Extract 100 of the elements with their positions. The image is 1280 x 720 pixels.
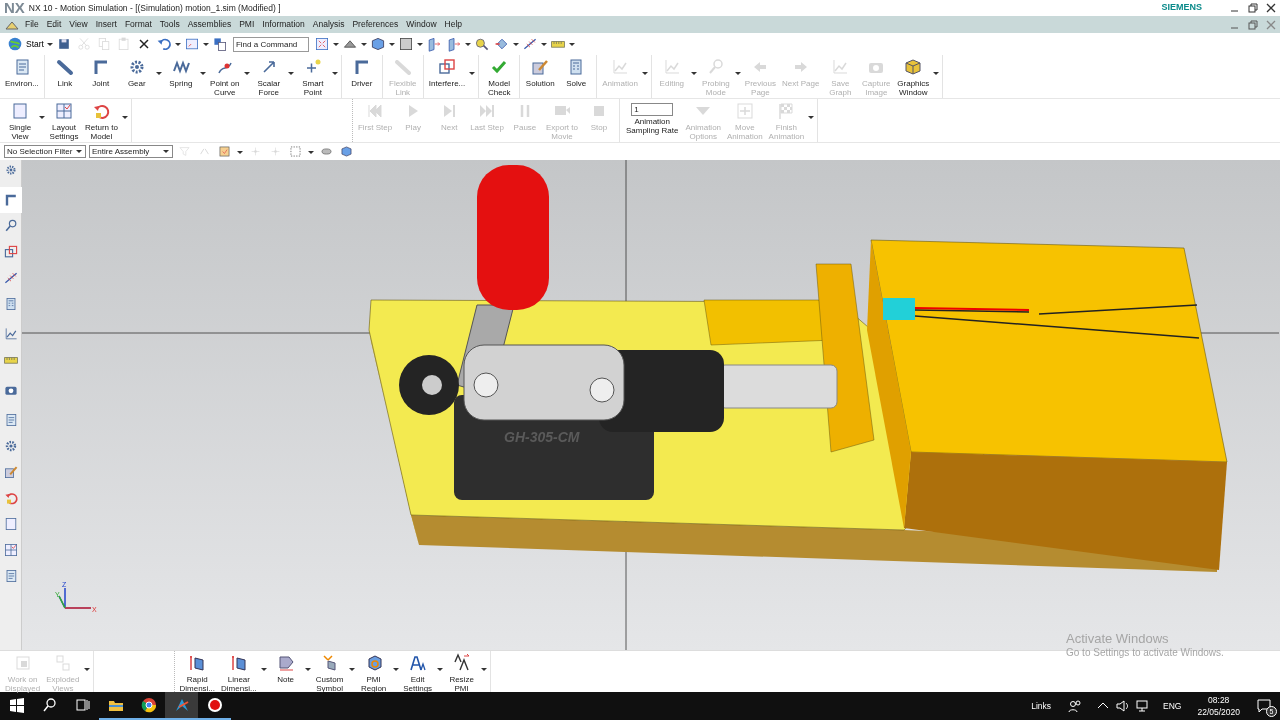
- ribbon-button[interactable]: Smart Point: [294, 55, 331, 97]
- caret-icon[interactable]: [387, 42, 396, 48]
- windows-logo-icon[interactable]: [8, 697, 25, 713]
- ribbon-button[interactable]: Return to Model: [82, 99, 121, 141]
- gear-icon[interactable]: [3, 163, 18, 177]
- ribbon-button[interactable]: Environ...: [2, 55, 42, 88]
- menu-item[interactable]: Assemblies: [183, 16, 236, 33]
- browser-icon[interactable]: [140, 697, 157, 713]
- cube-icon: [369, 36, 386, 52]
- search-field[interactable]: Find a Command: [232, 36, 309, 52]
- close-icon[interactable]: [1265, 2, 1277, 14]
- ribbon-button[interactable]: Rapid Dimensi...: [176, 651, 219, 693]
- eye-glass-icon: [473, 36, 490, 52]
- ribbon-button[interactable]: Interfere...: [425, 55, 469, 88]
- menu-item[interactable]: Insert: [91, 16, 121, 33]
- caret-icon[interactable]: [154, 71, 163, 77]
- dropdown-field[interactable]: Entire Assembly: [89, 145, 173, 158]
- caret-icon[interactable]: [303, 667, 312, 673]
- caret-icon[interactable]: [259, 667, 268, 673]
- caret-icon[interactable]: [201, 42, 210, 48]
- record-icon[interactable]: [206, 697, 223, 713]
- ribbon-button[interactable]: Solve: [558, 55, 595, 88]
- menu-item[interactable]: Tools: [155, 16, 184, 33]
- taskbar-toolbar-label[interactable]: Links: [1031, 699, 1052, 713]
- caret-icon[interactable]: [511, 42, 520, 48]
- funnel-icon: [178, 145, 191, 158]
- caret-icon[interactable]: [38, 115, 46, 121]
- caret-icon[interactable]: [173, 42, 182, 48]
- text-style-icon: [407, 653, 428, 673]
- caret-icon[interactable]: [415, 42, 424, 48]
- ribbon-button[interactable]: Joint: [82, 55, 119, 88]
- task-view-icon[interactable]: [74, 697, 91, 713]
- caret-icon[interactable]: [236, 149, 244, 156]
- menu-item[interactable]: Format: [120, 16, 156, 33]
- ribbon-button[interactable]: Graphics Window: [894, 55, 933, 97]
- app-logo: NX: [3, 0, 26, 16]
- caret-icon[interactable]: [479, 667, 488, 673]
- search-icon[interactable]: [41, 697, 58, 713]
- caret-icon[interactable]: [359, 42, 368, 48]
- start-button[interactable]: Start: [4, 34, 46, 54]
- caret-icon[interactable]: [468, 71, 477, 77]
- ribbon-button[interactable]: Gear: [118, 55, 155, 88]
- caret-icon[interactable]: [932, 71, 941, 77]
- caret-icon[interactable]: [463, 42, 472, 48]
- caret-icon[interactable]: [45, 42, 54, 48]
- ribbon-button[interactable]: Layout Settings: [46, 99, 82, 141]
- activation-text: Go to Settings to activate Windows.: [1066, 646, 1224, 659]
- ribbon-button[interactable]: Driver: [343, 55, 380, 88]
- ribbon-button[interactable]: Link: [46, 55, 83, 88]
- caret-icon[interactable]: [120, 115, 129, 121]
- caret-icon[interactable]: [347, 667, 356, 673]
- snap-point-icon: [249, 145, 262, 158]
- diagonal-bar-icon: [392, 57, 413, 77]
- app-swoosh-icon[interactable]: [173, 697, 190, 713]
- caret-icon[interactable]: [286, 71, 295, 77]
- menu-item[interactable]: Edit: [42, 16, 66, 33]
- fit-view-icon: [313, 36, 330, 52]
- window-title: NX 10 - Motion Simulation - [(Simulation) motion_1.sim (Modified) ]: [28, 2, 282, 15]
- ribbon-button[interactable]: Scalar Force: [250, 55, 287, 97]
- caret-icon[interactable]: [539, 42, 548, 48]
- menu-item[interactable]: Preferences: [348, 16, 403, 33]
- dropdown-field[interactable]: No Selection Filter: [4, 145, 86, 158]
- caret-icon[interactable]: [307, 149, 315, 156]
- caret-icon[interactable]: [330, 71, 339, 77]
- menu-item[interactable]: File: [21, 16, 43, 33]
- sampling-rate-dropdown[interactable]: 1: [631, 103, 674, 116]
- ribbon-button[interactable]: Model Check: [481, 55, 518, 97]
- caret-icon[interactable]: [198, 71, 207, 77]
- menu-item[interactable]: Help: [440, 16, 466, 33]
- cube-icon: [340, 145, 353, 158]
- ribbon-button[interactable]: Edit Settings: [399, 651, 436, 693]
- snap-point-icon: [269, 145, 282, 158]
- clock[interactable]: 08:28 22/05/2020: [1197, 694, 1240, 718]
- language-indicator[interactable]: ENG: [1163, 699, 1182, 713]
- caret-icon[interactable]: [391, 667, 400, 673]
- ribbon-button[interactable]: Resize PMI: [443, 651, 480, 693]
- ribbon-button[interactable]: Linear Dimensi...: [218, 651, 260, 693]
- diagonal-bar-icon: [54, 57, 75, 77]
- ribbon-button[interactable]: Point on Curve: [206, 55, 243, 97]
- ribbon-button[interactable]: Note: [267, 651, 304, 684]
- caret-icon[interactable]: [567, 42, 576, 48]
- ribbon-button[interactable]: Spring: [162, 55, 199, 88]
- menu-item[interactable]: PMI: [235, 16, 259, 33]
- ribbon-button[interactable]: Single View: [2, 99, 38, 141]
- restore-icon[interactable]: [1247, 18, 1259, 31]
- ribbon-button[interactable]: Solution: [522, 55, 559, 88]
- menu-item[interactable]: Window: [402, 16, 441, 33]
- caret-icon[interactable]: [242, 71, 251, 77]
- caret-icon[interactable]: [435, 667, 444, 673]
- restore-icon[interactable]: [1247, 2, 1259, 14]
- menu-item[interactable]: Analysis: [308, 16, 349, 33]
- scissors-icon: [75, 36, 92, 52]
- caret-icon[interactable]: [331, 42, 340, 48]
- select-box-icon: [218, 145, 231, 158]
- people-icon[interactable]: [1067, 698, 1084, 714]
- menu-item[interactable]: Information: [258, 16, 309, 33]
- ribbon-button[interactable]: Custom Symbol: [311, 651, 348, 693]
- notification-icon[interactable]: [1256, 698, 1272, 714]
- resource-tab[interactable]: [0, 187, 22, 213]
- menu-item[interactable]: View: [65, 16, 92, 33]
